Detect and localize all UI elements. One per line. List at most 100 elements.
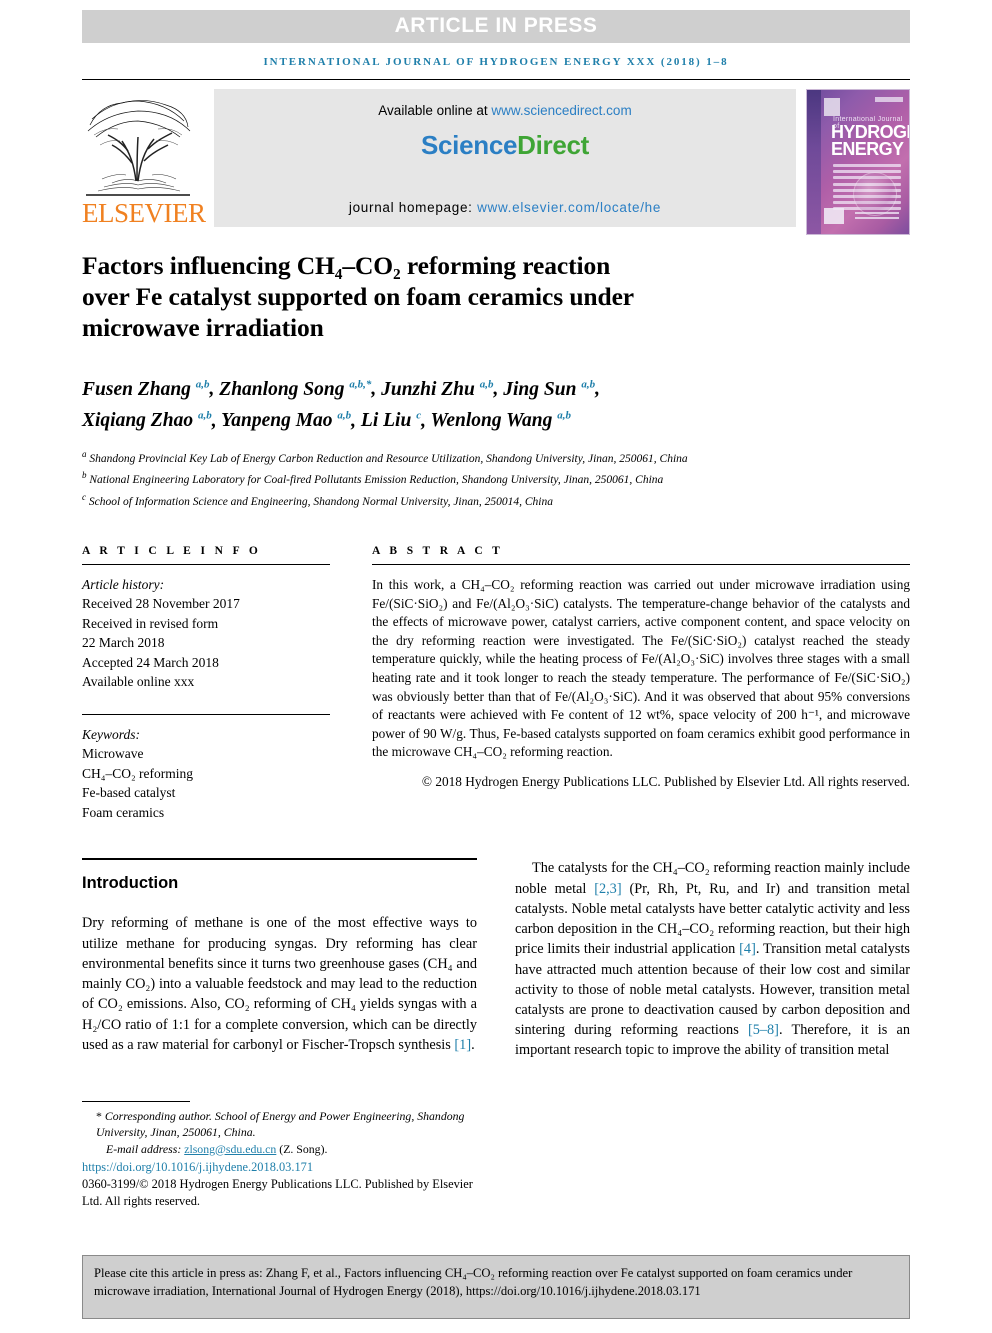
body-column-left: Introduction Dry reforming of methane is… — [82, 858, 477, 1060]
article-history-label: Article history: — [82, 576, 165, 592]
doi-link[interactable]: https://doi.org/10.1016/j.ijhydene.2018.… — [82, 1159, 477, 1176]
author-affiliation-marks: a,b — [479, 378, 494, 390]
sciencedirect-link[interactable]: www.sciencedirect.com — [491, 103, 631, 118]
author-item[interactable]: Junzhi Zhu a,b — [381, 378, 494, 400]
elsevier-tree-icon — [86, 100, 191, 196]
author-name: Wenlong Wang — [430, 410, 553, 431]
intro-left-tail: . — [471, 1036, 475, 1053]
affiliation-text: National Engineering Laboratory for Coal… — [89, 474, 664, 487]
body-column-gap — [477, 858, 515, 1060]
author-list: Fusen Zhang a,b, Zhanlong Song a,b,*, Ju… — [82, 371, 822, 434]
footnote-rule — [82, 1100, 190, 1102]
author-item[interactable]: Wenlong Wang a,b — [430, 409, 572, 432]
sciencedirect-logo-direct: Direct — [517, 130, 590, 160]
abstract-heading: A B S T R A C T — [372, 544, 504, 557]
author-affiliation-marks: a,b — [581, 378, 596, 390]
keyword-item: Foam ceramics — [82, 804, 165, 820]
article-history-block: Article history: Received 28 November 20… — [82, 565, 330, 692]
affiliation-list: a Shandong Provincial Key Lab of Energy … — [82, 446, 882, 510]
title-line-3: microwave irradiation — [82, 313, 324, 342]
author-item[interactable]: Yanpeng Mao a,b — [221, 409, 352, 432]
author-separator: , — [371, 378, 382, 400]
author-separator: , — [351, 410, 361, 431]
email-label: E-mail address: — [106, 1141, 185, 1156]
cover-elsevier-mark — [824, 98, 840, 116]
affiliation-text: School of Information Science and Engine… — [88, 495, 553, 508]
elsevier-logo: ELSEVIER — [82, 89, 206, 228]
author-affiliation-marks: a,b — [197, 409, 212, 422]
corresponding-author-text: Corresponding author. School of Energy a… — [96, 1108, 465, 1140]
affiliation-mark: b — [82, 470, 87, 481]
reference-link-2-3[interactable]: [2,3] — [594, 881, 621, 897]
citation-text: Please cite this article in press as: Zh… — [94, 1266, 853, 1298]
journal-homepage-link[interactable]: www.elsevier.com/locate/he — [477, 200, 661, 215]
introduction-heading: Introduction — [82, 874, 179, 893]
author-name: Yanpeng Mao — [221, 410, 333, 431]
cover-journal-title: HYDROGENENERGY — [831, 123, 909, 159]
author-separator: , — [493, 378, 504, 400]
email-link[interactable]: zlsong@sdu.edu.cn — [184, 1142, 276, 1156]
introduction-paragraph-right: The catalysts for the CH₄–CO₂ reforming … — [515, 858, 910, 1060]
author-item[interactable]: Zhanlong Song a,b,* — [219, 378, 372, 400]
author-separator: , — [595, 378, 600, 400]
introduction-rule — [82, 858, 477, 861]
author-affiliation-marks: a,b,* — [349, 378, 372, 390]
article-info-heading: A R T I C L E I N F O — [82, 544, 262, 557]
reference-link-1[interactable]: [1] — [454, 1037, 471, 1053]
author-name: Fusen Zhang — [82, 378, 191, 400]
sciencedirect-logo: ScienceDirect — [214, 130, 796, 161]
sciencedirect-banner: Available online at www.sciencedirect.co… — [214, 89, 796, 227]
available-online-label: Available online at — [378, 103, 492, 118]
email-suffix: (Z. Song). — [276, 1141, 328, 1156]
available-online-line: Available online at www.sciencedirect.co… — [214, 103, 796, 118]
elsevier-wordmark: ELSEVIER — [82, 198, 206, 228]
citation-box: Please cite this article in press as: Zh… — [82, 1255, 910, 1319]
affiliation-mark: a — [82, 449, 87, 459]
author-item[interactable]: Jing Sun a,b — [503, 378, 596, 400]
keywords-label: Keywords: — [82, 726, 140, 742]
article-history-item: Available online xxx — [82, 674, 195, 690]
author-separator: , — [211, 410, 222, 431]
journal-cover-thumbnail: International Journal of HYDROGENENERGY — [806, 89, 910, 235]
keywords-block: Keywords: Microwave CH₄–CO₂ reforming Fe… — [82, 715, 330, 823]
author-item[interactable]: Fusen Zhang a,b — [82, 378, 210, 400]
author-name: Li Liu — [360, 410, 412, 431]
author-name: Junzhi Zhu — [381, 378, 475, 400]
journal-homepage-line: journal homepage: www.elsevier.com/locat… — [214, 200, 796, 215]
abstract-column: A B S T R A C T In this work, a CH₄–CO₂ … — [372, 545, 910, 823]
reference-link-4[interactable]: [4] — [739, 941, 756, 957]
author-affiliation-marks: a,b — [195, 378, 210, 390]
reference-link-5-8[interactable]: [5–8] — [748, 1022, 779, 1038]
title-line-2: over Fe catalyst supported on foam ceram… — [82, 282, 635, 311]
journal-homepage-label: journal homepage: — [348, 200, 478, 215]
author-affiliation-marks: a,b — [337, 409, 352, 422]
issn-copyright-line: 0360-3199/© 2018 Hydrogen Energy Publica… — [82, 1177, 473, 1209]
keyword-item: Fe-based catalyst — [82, 785, 176, 801]
author-item[interactable]: Li Liu c — [360, 410, 421, 432]
article-history-item: Received 28 November 2017 — [82, 596, 240, 612]
author-item[interactable]: Xiqiang Zhao a,b — [82, 409, 212, 432]
author-name: Zhanlong Song — [219, 378, 345, 400]
column-gap — [330, 545, 372, 823]
body-columns: Introduction Dry reforming of methane is… — [82, 858, 910, 1060]
body-column-right: The catalysts for the CH₄–CO₂ reforming … — [515, 858, 910, 1060]
keyword-item: CH₄–CO₂ reforming — [82, 765, 194, 781]
title-line-1: Factors influencing CH₄–CO₂ reforming re… — [82, 251, 611, 280]
article-in-press-banner: ARTICLE IN PRESS — [82, 10, 910, 43]
author-affiliation-marks: a,b — [557, 409, 572, 422]
cover-issn-mark — [875, 97, 903, 102]
article-history-item: Received in revised form — [82, 615, 219, 631]
cover-footer-lines — [855, 212, 899, 221]
footnote-block: * Corresponding author. School of Energy… — [82, 1100, 477, 1211]
page-title: Factors influencing CH₄–CO₂ reforming re… — [82, 250, 782, 343]
affiliation-text: Shandong Provincial Key Lab of Energy Ca… — [89, 452, 688, 465]
keyword-item: Microwave — [82, 746, 144, 762]
affiliation-item: c School of Information Science and Engi… — [82, 489, 882, 510]
intro-left-text: Dry reforming of methane is one of the m… — [82, 915, 477, 1053]
introduction-paragraph-left: Dry reforming of methane is one of the m… — [82, 913, 477, 1054]
cover-spine — [807, 90, 821, 234]
article-history-item: 22 March 2018 — [82, 635, 165, 651]
cover-title-line2: ENERGY — [831, 139, 904, 159]
abstract-copyright: © 2018 Hydrogen Energy Publications LLC.… — [421, 773, 910, 789]
